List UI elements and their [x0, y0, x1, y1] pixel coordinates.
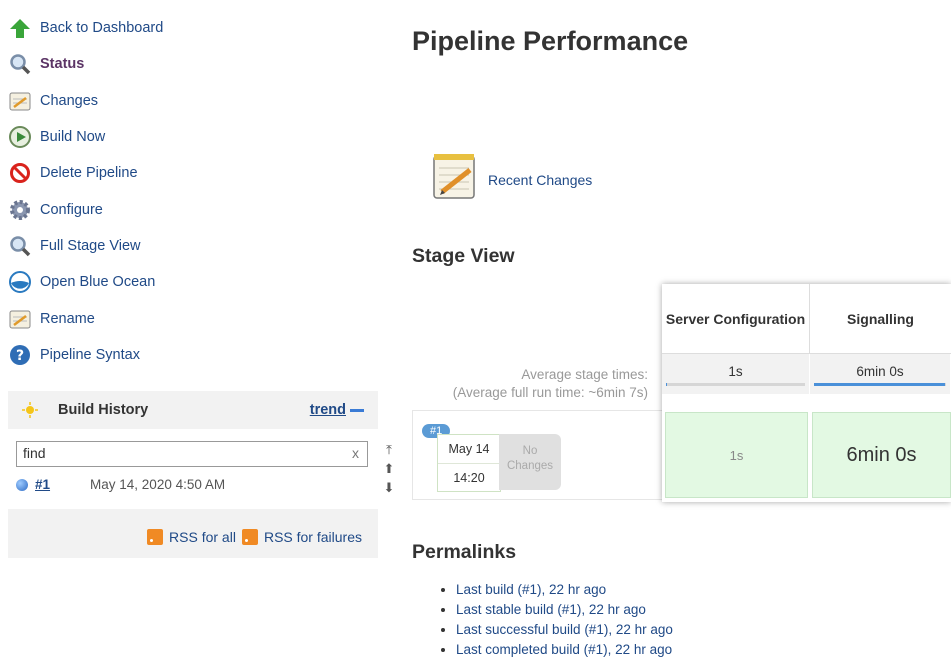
- build-history-header: Build History trend: [8, 391, 378, 429]
- build-date: May 14, 2020 4:50 AM: [90, 477, 226, 492]
- sidebar-item-label[interactable]: Delete Pipeline: [40, 165, 138, 181]
- clear-search-button[interactable]: x: [352, 445, 359, 461]
- stage-average-bar-fill: [814, 383, 945, 386]
- no-changes-label: No Changes: [499, 434, 561, 490]
- build-date: May 14: [448, 442, 490, 456]
- scroll-top-icon[interactable]: ⤒: [383, 440, 395, 459]
- stage-average-signalling: 6min 0s: [810, 354, 951, 394]
- average-stage-times-label: Average stage times:: [521, 367, 648, 382]
- list-item: Last completed build (#1), 22 hr ago: [456, 640, 673, 660]
- status-ball-icon: [16, 478, 28, 491]
- stage-average-value: 6min 0s: [856, 364, 904, 379]
- recent-changes-link[interactable]: Recent Changes: [488, 172, 592, 188]
- sidebar-item-label[interactable]: Configure: [40, 202, 103, 218]
- stage-average-bar-fill: [666, 383, 668, 386]
- sidebar-tasks: Back to Dashboard Status Changes Build N…: [8, 10, 368, 373]
- sidebar-item-back-to-dashboard[interactable]: Back to Dashboard: [8, 10, 368, 46]
- clock-play-icon: [8, 125, 32, 149]
- permalinks-title: Permalinks: [412, 541, 517, 563]
- page-title: Pipeline Performance: [412, 26, 689, 56]
- rss-links: RSS for all RSS for failures: [147, 529, 362, 545]
- sidebar-item-full-stage-view[interactable]: Full Stage View: [8, 228, 368, 264]
- rss-icon: [147, 529, 164, 545]
- permalink-last-completed-build[interactable]: Last completed build (#1), 22 hr ago: [456, 642, 672, 657]
- sidebar-item-delete-pipeline[interactable]: Delete Pipeline: [8, 155, 368, 191]
- list-item: Last successful build (#1), 22 hr ago: [456, 620, 673, 640]
- notepad-icon: [8, 89, 32, 113]
- sidebar-item-changes[interactable]: Changes: [8, 83, 368, 119]
- build-history-title: Build History: [58, 402, 149, 418]
- build-date-box[interactable]: May 14 14:20: [437, 434, 501, 492]
- sidebar-item-label[interactable]: Open Blue Ocean: [40, 274, 155, 290]
- blue-ocean-icon: [8, 270, 32, 294]
- permalink-last-successful-build[interactable]: Last successful build (#1), 22 hr ago: [456, 622, 673, 637]
- sidebar-item-label[interactable]: Full Stage View: [40, 238, 140, 254]
- stage-average-server-configuration: 1s: [662, 354, 810, 394]
- stage-average-bar: [814, 383, 946, 386]
- sidebar-item-label[interactable]: Back to Dashboard: [40, 20, 163, 36]
- trend-link[interactable]: trend: [310, 402, 364, 418]
- stage-average-bar: [666, 383, 805, 386]
- stage-average-value: 1s: [728, 364, 743, 379]
- average-full-run-label: (Average full run time: ~6min 7s): [452, 385, 648, 400]
- rss-failures-link[interactable]: RSS for failures: [264, 529, 362, 545]
- sidebar-item-status[interactable]: Status: [8, 46, 368, 82]
- help-icon: ?: [8, 343, 32, 367]
- rss-icon: [241, 529, 258, 545]
- build-history-scroll-controls: ⤒ ⬆ ⬇: [383, 440, 395, 497]
- sidebar-item-label[interactable]: Status: [40, 56, 84, 72]
- build-history-body: find x #1 May 14, 2020 4:50 AM: [8, 429, 378, 509]
- sidebar-item-label[interactable]: Changes: [40, 93, 98, 109]
- notepad-icon: [430, 150, 480, 202]
- permalinks-list: Last build (#1), 22 hr ago Last stable b…: [438, 580, 673, 660]
- permalink-last-build[interactable]: Last build (#1), 22 hr ago: [456, 582, 606, 597]
- no-entry-icon: [8, 161, 32, 185]
- build-search-value: find: [23, 445, 46, 461]
- sidebar-item-configure[interactable]: Configure: [8, 191, 368, 227]
- gear-icon: [8, 198, 32, 222]
- stage-table: Server Configuration Signalling 1s 6min …: [662, 284, 951, 502]
- scroll-up-icon[interactable]: ⬆: [383, 459, 395, 478]
- sun-icon: [22, 402, 38, 418]
- build-search-input[interactable]: find x: [16, 441, 368, 467]
- recent-changes: Recent Changes: [430, 150, 592, 202]
- magnifier-icon: [8, 234, 32, 258]
- stage-header-signalling: Signalling: [810, 284, 951, 354]
- build-number-link[interactable]: #1: [35, 477, 50, 492]
- permalink-last-stable-build[interactable]: Last stable build (#1), 22 hr ago: [456, 602, 646, 617]
- list-item: Last build (#1), 22 hr ago: [456, 580, 673, 600]
- stage-header-server-configuration: Server Configuration: [662, 284, 810, 354]
- trend-label: trend: [309, 402, 346, 418]
- up-arrow-icon: [8, 16, 32, 40]
- scroll-down-icon[interactable]: ⬇: [383, 478, 395, 497]
- list-item: Last stable build (#1), 22 hr ago: [456, 600, 673, 620]
- build-row[interactable]: #1 May 14, 2020 4:50 AM: [16, 477, 225, 492]
- stage-cell-server-configuration[interactable]: 1s: [665, 412, 808, 498]
- notepad-icon: [8, 307, 32, 331]
- sidebar-item-label[interactable]: Build Now: [40, 129, 105, 145]
- build-time: 14:20: [438, 463, 500, 492]
- sidebar-item-pipeline-syntax[interactable]: ? Pipeline Syntax: [8, 337, 368, 373]
- stage-view-title: Stage View: [412, 245, 515, 267]
- sidebar-item-label[interactable]: Rename: [40, 311, 95, 327]
- magnifier-icon: [8, 52, 32, 76]
- sidebar-item-build-now[interactable]: Build Now: [8, 119, 368, 155]
- sidebar-item-rename[interactable]: Rename: [8, 300, 368, 336]
- average-times: Average stage times: (Average full run t…: [430, 366, 648, 402]
- trend-icon: [350, 408, 364, 412]
- stage-cell-signalling[interactable]: 6min 0s: [812, 412, 951, 498]
- svg-text:?: ?: [16, 348, 24, 364]
- build-history-panel: Build History trend find x #1 May 14, 20…: [8, 391, 378, 558]
- sidebar-item-label[interactable]: Pipeline Syntax: [40, 347, 140, 363]
- sidebar-item-open-blue-ocean[interactable]: Open Blue Ocean: [8, 264, 368, 300]
- rss-all-link[interactable]: RSS for all: [169, 529, 236, 545]
